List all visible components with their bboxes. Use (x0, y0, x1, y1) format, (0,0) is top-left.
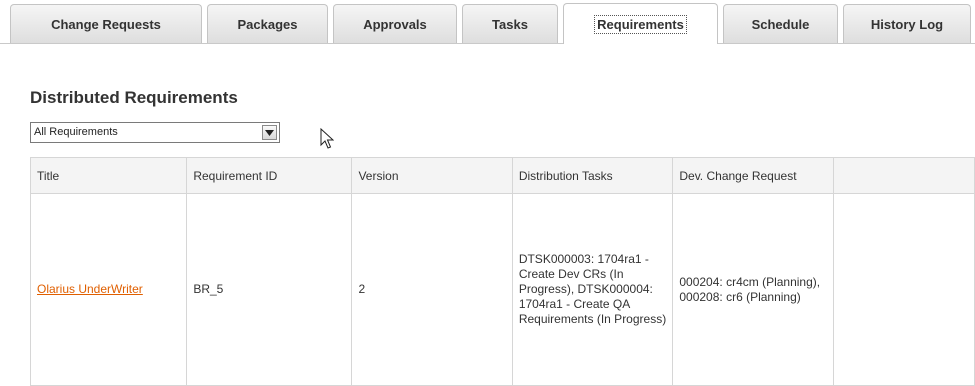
column-header-dev-change-request: Dev. Change Request (672, 157, 835, 194)
tab-requirements[interactable]: Requirements (563, 3, 718, 44)
cell-extra (833, 193, 975, 386)
column-header-requirement-id: Requirement ID (186, 157, 353, 194)
requirement-title-link[interactable]: Olarius UnderWriter (37, 282, 143, 296)
filter-selected-value: All Requirements (34, 126, 118, 138)
tab-approvals[interactable]: Approvals (333, 4, 457, 43)
column-header-distribution-tasks: Distribution Tasks (511, 157, 674, 194)
cell-distribution-tasks: DTSK000003: 1704ra1 - Create Dev CRs (In… (511, 193, 674, 386)
tab-bar-divider (0, 43, 975, 44)
tab-packages[interactable]: Packages (207, 4, 328, 43)
cell-version: 2 (351, 193, 513, 386)
tab-change-requests[interactable]: Change Requests (10, 4, 202, 43)
mouse-pointer-icon (320, 128, 334, 149)
tab-label: History Log (870, 16, 944, 32)
cell-title: Olarius UnderWriter (29, 193, 188, 386)
table-row: Olarius UnderWriter BR_5 2 DTSK000003: 1… (29, 193, 975, 386)
requirements-filter-select[interactable]: All Requirements (30, 122, 280, 143)
column-header-version: Version (351, 157, 513, 194)
tab-bar: Change Requests Packages Approvals Tasks… (0, 0, 975, 45)
section-title: Distributed Requirements (30, 88, 238, 107)
tab-label: Change Requests (51, 16, 161, 32)
tab-schedule[interactable]: Schedule (723, 4, 838, 43)
dropdown-arrow-button[interactable] (262, 125, 277, 140)
table-header-row: Title Requirement ID Version Distributio… (29, 157, 975, 194)
requirements-table: Title Requirement ID Version Distributio… (29, 157, 975, 386)
chevron-down-icon (265, 129, 274, 136)
tab-label: Packages (237, 16, 298, 32)
column-header-empty (833, 157, 975, 194)
tab-label: Tasks (492, 16, 528, 32)
cell-dev-change-request: 000204: cr4cm (Planning), 000208: cr6 (P… (672, 193, 835, 386)
tab-tasks[interactable]: Tasks (462, 4, 558, 43)
tab-label: Requirements (594, 14, 687, 34)
column-header-title: Title (29, 157, 188, 194)
tab-label: Approvals (363, 16, 427, 32)
cell-requirement-id: BR_5 (186, 193, 353, 386)
tab-history-log[interactable]: History Log (843, 4, 971, 43)
tab-label: Schedule (751, 16, 810, 32)
